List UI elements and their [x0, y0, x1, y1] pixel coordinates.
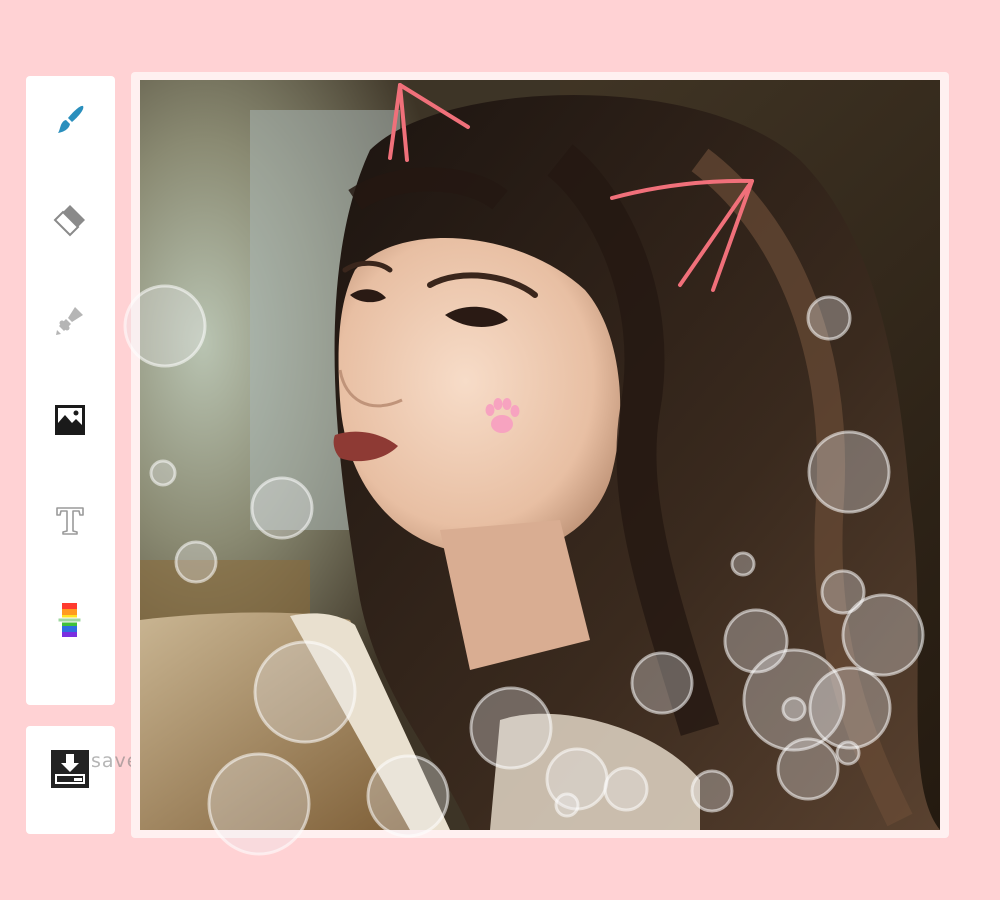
eraser-tool-button[interactable] — [46, 196, 94, 244]
portrait-photo — [140, 80, 940, 830]
eraser-icon — [53, 205, 85, 237]
text-tool-button[interactable] — [46, 496, 94, 544]
paintbrush-icon — [58, 105, 84, 133]
save-panel — [26, 726, 115, 834]
tool-palette — [26, 76, 115, 705]
download-icon[interactable] — [51, 750, 89, 788]
image-icon — [55, 405, 85, 435]
text-icon — [56, 507, 84, 535]
image-tool-button[interactable] — [46, 396, 94, 444]
stamp-icon — [56, 307, 83, 335]
brush-tool-button[interactable] — [46, 96, 94, 144]
stamp-tool-button[interactable] — [46, 296, 94, 344]
color-spectrum-icon — [57, 603, 82, 637]
drawing-canvas[interactable] — [140, 80, 940, 830]
color-tool-button[interactable] — [46, 596, 94, 644]
